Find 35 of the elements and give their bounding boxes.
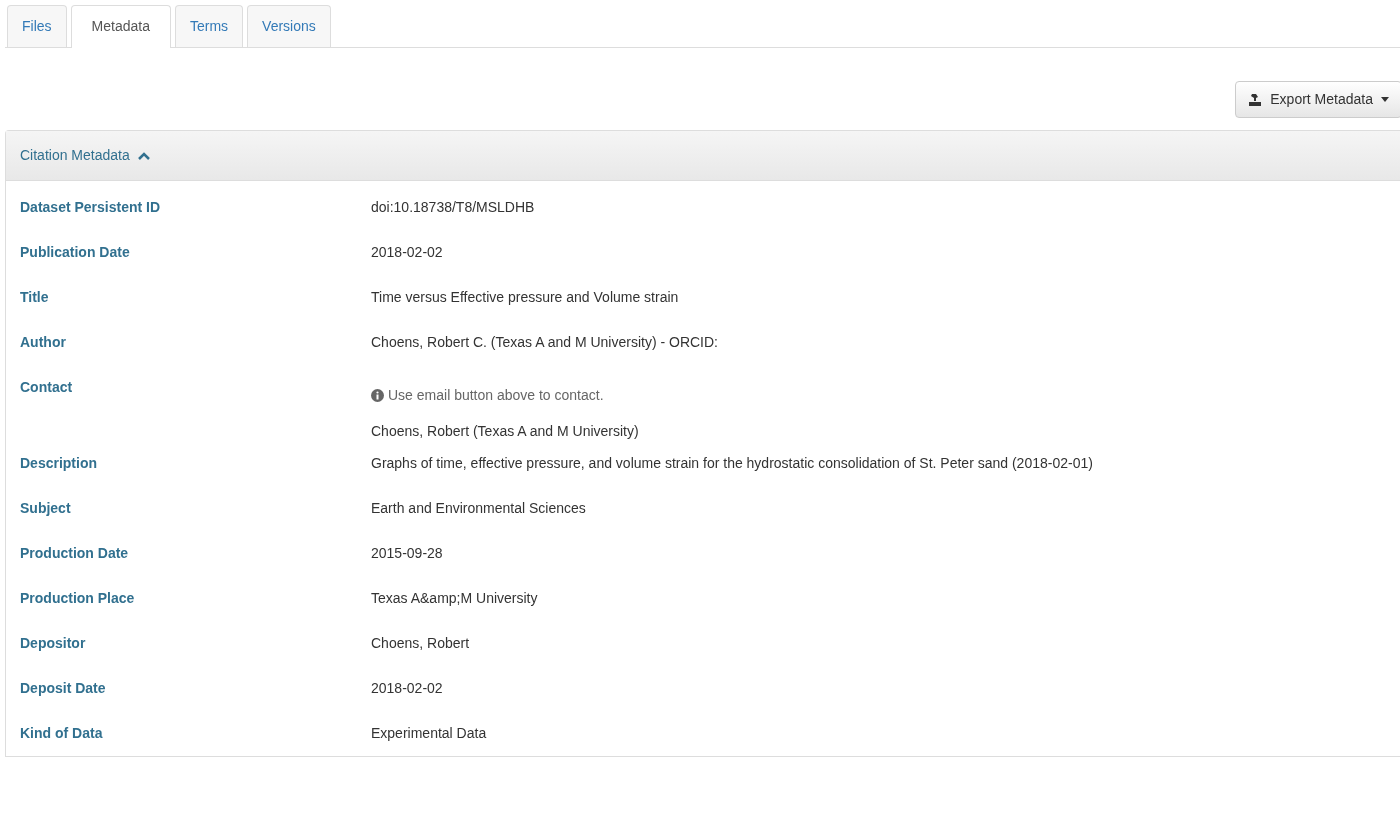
field-label: Description [20,454,98,473]
field-label: Depositor [20,634,87,653]
tab[interactable]: Terms [174,5,244,47]
field-label: Kind of Data [20,724,104,743]
field-value: Earth and Environmental Sciences [371,499,586,518]
field-value: 2018-02-02 [371,679,443,698]
field-label: Deposit Date [20,679,107,698]
field-label: Title [20,288,50,307]
caret-icon [1381,97,1389,102]
field-label: Subject [20,499,72,518]
field-label: Publication Date [20,243,131,262]
field-value: Texas A&amp;M University [371,589,538,608]
field-label: Dataset Persistent ID [20,198,162,217]
field-value: Experimental Data [371,724,487,743]
field-value: Choens, Robert (Texas A and M University) [371,422,639,441]
field-value: Choens, Robert C. (Texas A and M University) - ORCID: [371,333,718,352]
field-label: Production Place [20,589,136,608]
field-value: 2018-02-02 [371,243,443,262]
export-metadata-button[interactable]: Export Metadata [1235,81,1400,118]
chevron-icon[interactable] [137,152,150,161]
tab[interactable]: Versions [247,5,331,47]
export-icon [1248,93,1263,106]
panel-title[interactable]: Citation Metadata [20,145,130,166]
field-label: Production Date [20,544,130,563]
field-value: 2015-09-28 [371,544,443,563]
field-label: Contact [20,378,74,397]
field-value: Graphs of time, effective pressure, and volume strain for the hydrostatic consolidation of St. Peter sand (2018-02-01) [371,454,1093,473]
field-value: Choens, Robert [371,634,470,653]
help-text: Use email button above to contact. [388,386,604,405]
info-icon [371,388,384,402]
field-label: Author [20,333,67,352]
field-value: doi:10.18738/T8/MSLDHB [371,198,535,217]
tab[interactable]: Files [7,5,67,47]
tab[interactable]: Metadata [70,5,171,48]
field-value: Time versus Effective pressure and Volume strain [371,288,679,307]
